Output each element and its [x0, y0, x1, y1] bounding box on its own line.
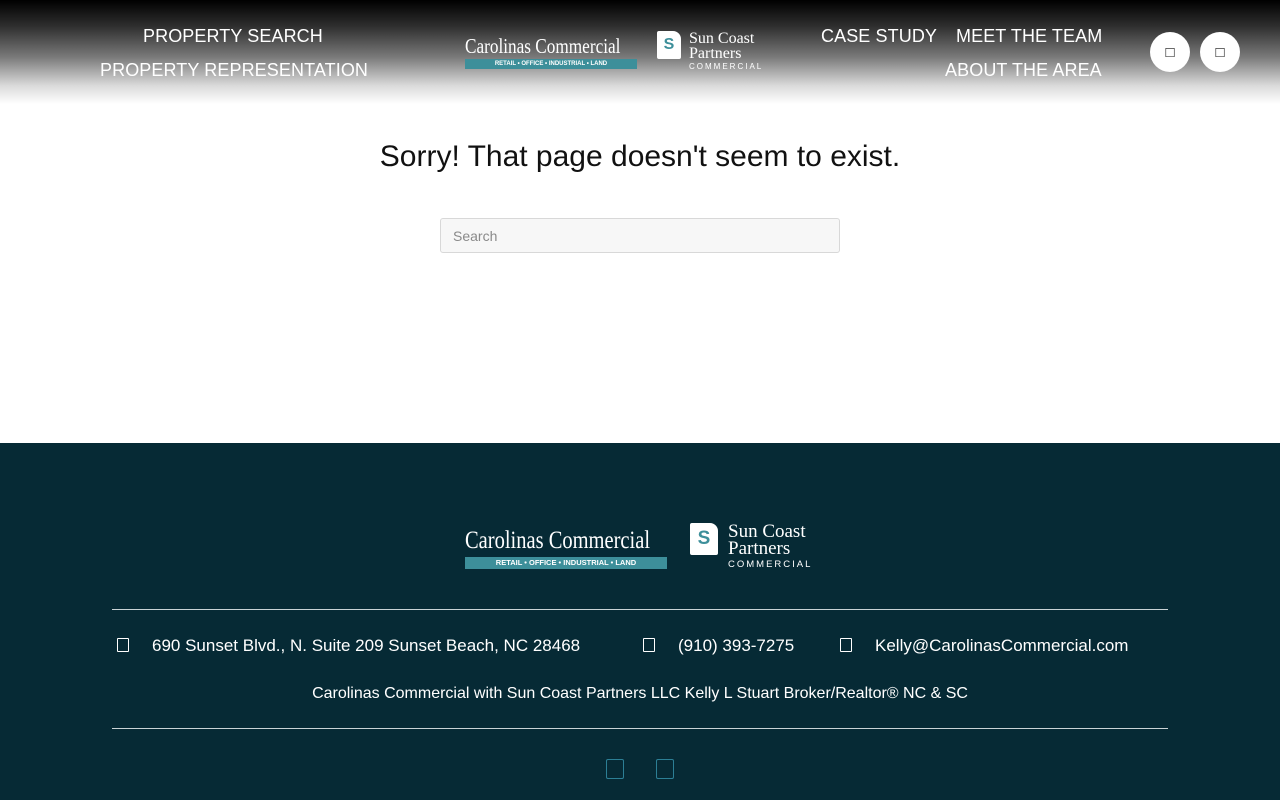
sun-coast-line1: Sun Coast	[689, 30, 755, 47]
location-icon	[117, 638, 129, 652]
footer-sun-coast-line2: Partners	[728, 538, 791, 559]
footer-sun-coast-partners-logo[interactable]: S Sun Coast Partners COMMERCIAL	[690, 522, 813, 573]
search-input[interactable]	[440, 218, 840, 253]
nav-property-search[interactable]: PROPERTY SEARCH	[143, 25, 323, 47]
footer-logo-name: Carolinas Commercial	[465, 527, 651, 554]
sun-coast-line2: Partners	[689, 45, 742, 62]
nav-case-study[interactable]: CASE STUDY	[821, 25, 937, 47]
footer-address: 690 Sunset Blvd., N. Suite 209 Sunset Be…	[152, 636, 581, 655]
page-title: Sorry! That page doesn't seem to exist.	[379, 140, 901, 173]
footer-divider-top	[112, 609, 1168, 610]
footer-email-link[interactable]: Kelly@CarolinasCommercial.com	[875, 636, 1128, 656]
logo-name: Carolinas Commercial	[465, 34, 621, 58]
sun-coast-mark-icon: S	[657, 31, 681, 59]
phone-icon	[643, 638, 655, 652]
search-button[interactable]: □	[1150, 32, 1190, 72]
site-header: PROPERTY SEARCH PROPERTY REPRESENTATION …	[0, 0, 1280, 104]
nav-about-the-area[interactable]: ABOUT THE AREA	[945, 59, 1102, 81]
menu-button[interactable]: □	[1200, 32, 1240, 72]
nav-property-representation[interactable]: PROPERTY REPRESENTATION	[100, 59, 368, 81]
linkedin-icon[interactable]	[656, 759, 674, 779]
footer-carolinas-commercial-logo[interactable]: Carolinas Commercial RETAIL • OFFICE • I…	[465, 527, 667, 569]
email-icon	[840, 638, 852, 652]
footer-sun-coast-line3: COMMERCIAL	[728, 559, 813, 570]
footer-logo-tagline: RETAIL • OFFICE • INDUSTRIAL • LAND	[465, 557, 667, 569]
footer-company-line: Carolinas Commercial with Sun Coast Part…	[312, 685, 968, 702]
sun-coast-partners-logo[interactable]: S Sun Coast Partners COMMERCIAL	[657, 31, 763, 73]
nav-meet-the-team[interactable]: MEET THE TEAM	[956, 25, 1102, 47]
footer-phone-link[interactable]: (910) 393-7275	[678, 636, 794, 656]
search-icon: □	[1165, 43, 1175, 61]
site-footer: Carolinas Commercial RETAIL • OFFICE • I…	[0, 443, 1280, 800]
logo-tagline: RETAIL • OFFICE • INDUSTRIAL • LAND	[465, 59, 637, 69]
footer-sun-coast-mark-icon: S	[690, 523, 718, 555]
footer-divider-bottom	[112, 728, 1168, 729]
carolinas-commercial-logo[interactable]: Carolinas Commercial RETAIL • OFFICE • I…	[465, 34, 637, 69]
facebook-icon[interactable]	[606, 759, 624, 779]
menu-icon: □	[1215, 43, 1225, 61]
sun-coast-line3: COMMERCIAL	[689, 62, 764, 71]
